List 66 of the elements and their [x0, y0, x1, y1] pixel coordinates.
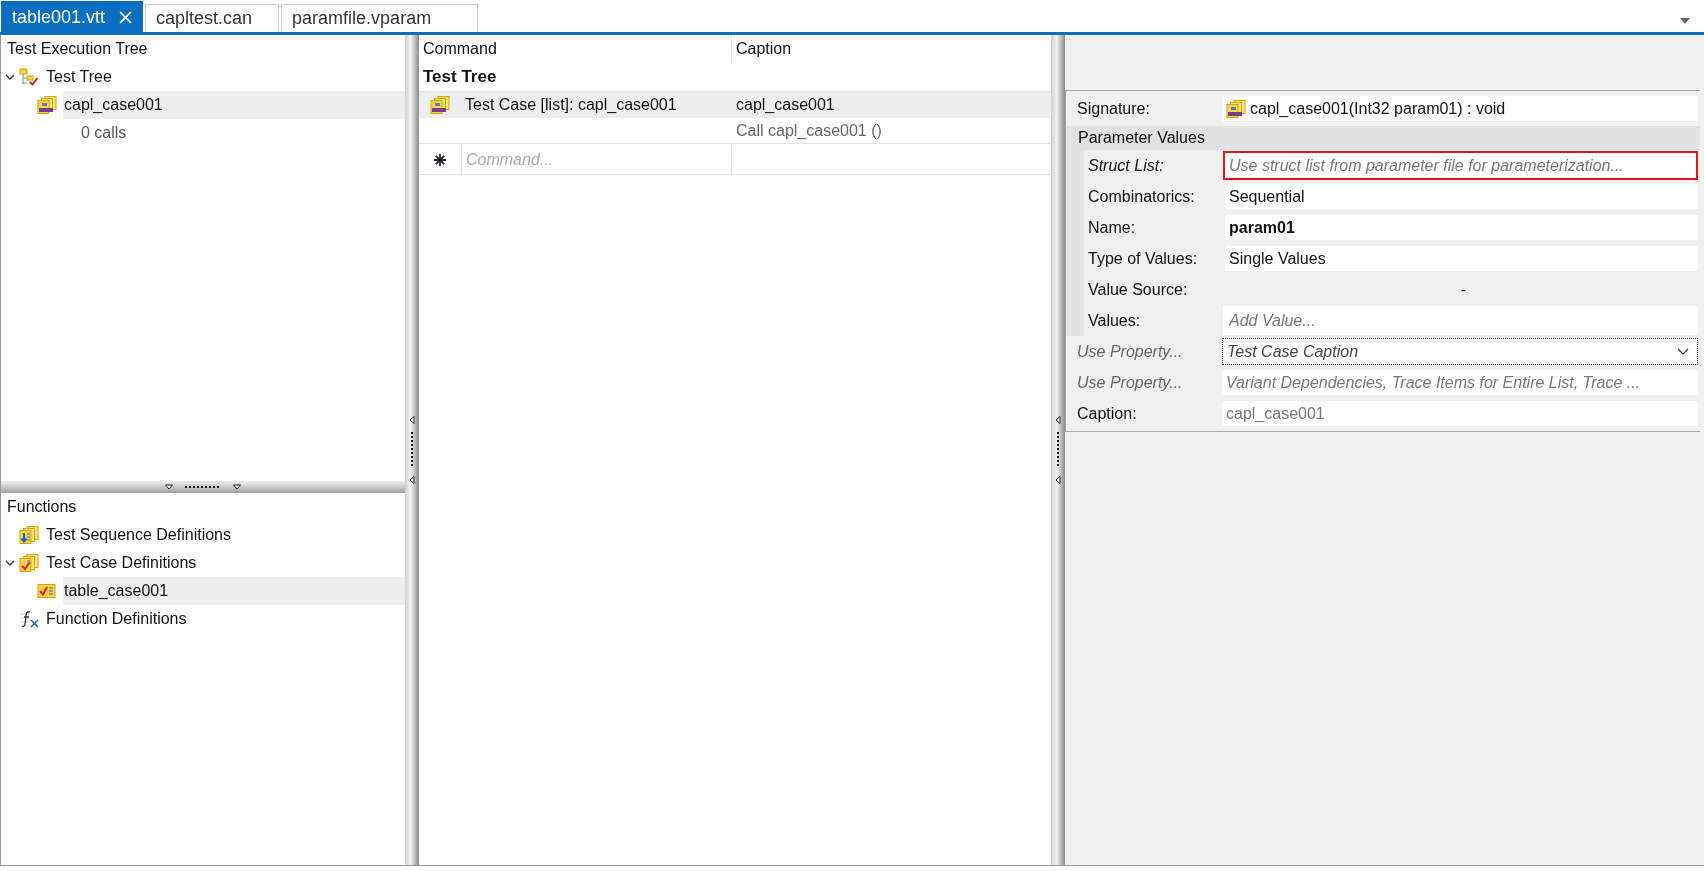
property-label: Values:: [1087, 311, 1142, 330]
document-stack-icon: [1226, 99, 1246, 118]
tab[interactable]: paramfile.vparam: [281, 4, 479, 32]
grip-icon: [1056, 432, 1060, 468]
table-row[interactable]: Test Case [list]: capl_case001 capl_case001: [419, 92, 1051, 118]
checklist-stack-icon: [19, 554, 39, 572]
asterisk-icon: [434, 154, 446, 166]
input-field[interactable]: Use struct list from parameter file for parameterization...: [1223, 151, 1698, 180]
arrow-icon: [409, 476, 415, 484]
tab[interactable]: table001.vtt: [1, 1, 144, 32]
grip-icon: [185, 485, 221, 489]
tree-item[interactable]: table_case001: [63, 577, 405, 605]
arrow-icon: [233, 484, 241, 490]
property-value: capl_case001: [1222, 401, 1698, 426]
property-label: Use Property...: [1076, 373, 1184, 392]
column-header[interactable]: Command: [419, 35, 732, 63]
chevron-icon: [5, 558, 15, 568]
sequence-list-icon: [19, 526, 39, 544]
close-icon[interactable]: [119, 10, 133, 24]
function-icon: [19, 610, 41, 628]
chevron-icon: [1677, 347, 1689, 356]
property-label: Struct List:: [1087, 156, 1165, 175]
property-label: Caption:: [1076, 404, 1138, 423]
property-value: Variant Dependencies, Trace Items for Entire List, Trace ...: [1222, 370, 1698, 395]
tree-item[interactable]: Test Sequence Definitions: [45, 521, 405, 549]
splitter-handle[interactable]: [405, 35, 419, 865]
splitter-handle[interactable]: [1051, 35, 1065, 865]
arrow-icon: [1055, 476, 1061, 484]
tree-check-icon: [19, 68, 39, 86]
property-label: Value Source:: [1087, 280, 1189, 299]
property-label: Use Property...: [1076, 342, 1184, 361]
input-field[interactable]: Add Value...: [1223, 306, 1698, 335]
caret-icon[interactable]: [1680, 18, 1690, 24]
table-cell: capl_case001: [736, 96, 835, 113]
property-label: Type of Values:: [1087, 249, 1199, 268]
arrow-icon: [165, 484, 173, 490]
splitter-handle[interactable]: [1, 481, 405, 493]
property-label: Combinatorics:: [1087, 187, 1196, 206]
arrow-icon: [409, 416, 415, 424]
column-header[interactable]: Caption: [732, 35, 1051, 63]
checklist-icon: [37, 584, 57, 598]
chevron-icon: [5, 72, 15, 82]
property-label: Name:: [1087, 218, 1137, 237]
tree-item[interactable]: capl_case001: [63, 91, 405, 119]
table-row[interactable]: Call capl_case001 (): [419, 118, 1051, 144]
property-label: Signature:: [1076, 99, 1151, 118]
tree-item[interactable]: Test Tree: [45, 63, 405, 91]
signature-text: capl_case001(Int32 param01) : void: [1250, 99, 1506, 119]
section-header[interactable]: Parameter Values: [1066, 126, 1700, 150]
property-dropdown[interactable]: Test Case Caption: [1222, 338, 1698, 365]
property-value: param01: [1225, 215, 1698, 240]
arrow-icon: [1055, 416, 1061, 424]
property-value: -: [1459, 280, 1468, 300]
table-cell: Call capl_case001 (): [736, 121, 882, 139]
document-stack-icon: [37, 96, 57, 114]
table-cell: Test Case [list]: capl_case001: [465, 96, 677, 113]
grip-icon: [410, 432, 414, 468]
tree-item[interactable]: 0 calls: [55, 119, 405, 147]
pane-title: Functions: [6, 497, 78, 517]
tree-item[interactable]: Function Definitions: [45, 605, 405, 633]
tree-item[interactable]: Test Case Definitions: [45, 549, 405, 577]
document-stack-icon: [430, 96, 450, 114]
property-value: Sequential: [1225, 184, 1698, 209]
property-value: Single Values: [1225, 246, 1698, 271]
pane-title: Test Execution Tree: [6, 39, 149, 59]
tab[interactable]: capltest.can: [145, 4, 280, 32]
